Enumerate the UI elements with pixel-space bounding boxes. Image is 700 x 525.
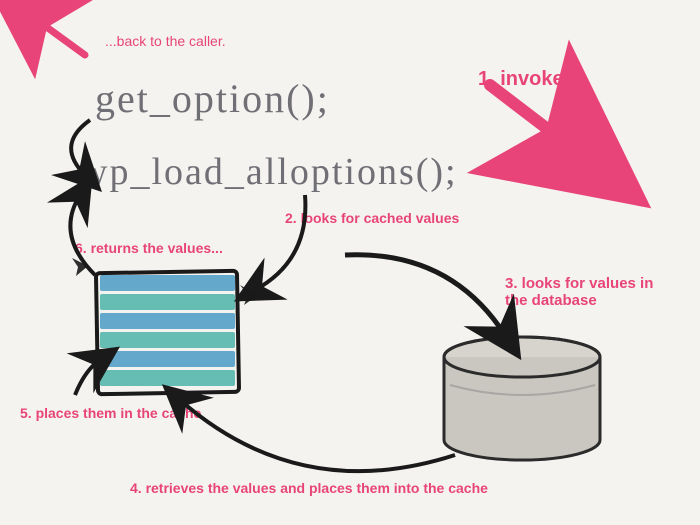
arrow-step-1 [490,85,575,150]
arrow-step-4 [180,400,455,471]
label-step-4: 4. retrieves the values and places them … [130,480,488,496]
arrow-step-6 [70,195,95,275]
arrow-step-5 [75,360,100,395]
arrow-step-3 [345,255,505,335]
label-step-5: 5. places them in the cache [20,405,201,421]
code-wp-load-alloptions: wp_load_alloptions(); [80,150,458,194]
label-step-3: 3. looks for values in the database [505,275,675,309]
label-step-2: 2. looks for cached values [285,210,459,226]
arrow-back-to-caller [30,15,85,55]
code-get-option: get_option(); [95,75,330,122]
database-icon [440,335,605,465]
label-step-6: 6. returns the values... [75,240,223,256]
cache-icon [100,275,235,390]
label-step-1: 1. invokes [478,68,575,91]
label-back-to-caller: ...back to the caller. [105,33,226,49]
